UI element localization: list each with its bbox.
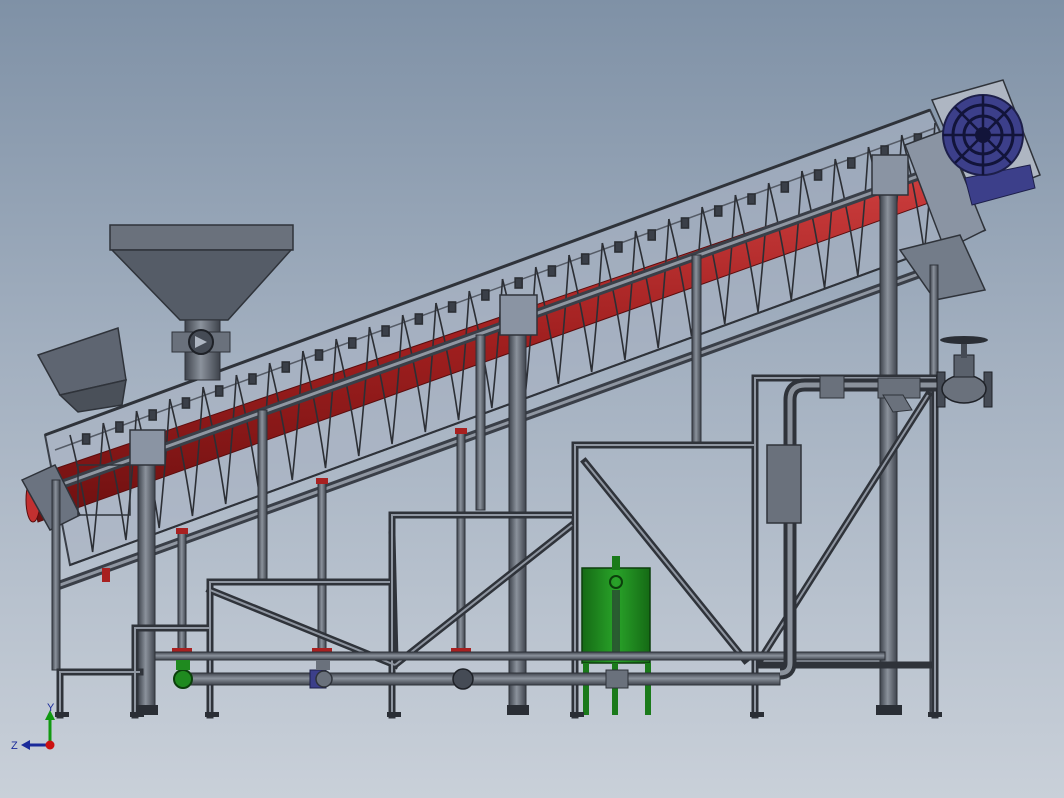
cad-viewport[interactable]: Y Z	[0, 0, 1064, 798]
side-inlet-chute	[36, 327, 127, 413]
trough-bolt	[747, 193, 756, 205]
trough-bolt	[181, 397, 191, 409]
water-tank	[581, 556, 651, 715]
globe-valve	[936, 336, 993, 408]
trough-bolt	[381, 325, 390, 337]
triad-z-label: Z	[11, 740, 18, 752]
trough-bolt	[680, 217, 690, 229]
trough-bolt	[847, 157, 856, 169]
leg-feet	[55, 705, 942, 717]
triad-y-label: Y	[47, 702, 55, 714]
trough-bolt	[148, 409, 157, 421]
screw-shaft	[25, 161, 966, 523]
trough-bolt	[547, 265, 557, 277]
trough-bolt	[481, 289, 490, 301]
trough-bolt	[514, 277, 523, 289]
trough-bolt	[447, 301, 457, 313]
trough-bolt	[647, 229, 657, 241]
trough-bolt	[347, 337, 357, 349]
trough-bolt	[713, 205, 723, 217]
trough-bolt	[813, 169, 823, 181]
trough-bolt	[414, 313, 424, 325]
trough-bolt	[115, 421, 124, 433]
cad-model-drawing: Y Z	[11, 79, 1041, 752]
trough-bolt	[281, 361, 291, 373]
trough-bolt	[580, 253, 590, 265]
trough-bolt	[248, 373, 257, 385]
trough-bolt	[780, 181, 790, 193]
trough-bolt	[314, 349, 324, 361]
trough-bolt	[614, 241, 623, 253]
trough-bolt	[214, 385, 224, 397]
trough-bolt	[81, 433, 91, 445]
orientation-triad[interactable]: Y Z	[11, 702, 55, 752]
